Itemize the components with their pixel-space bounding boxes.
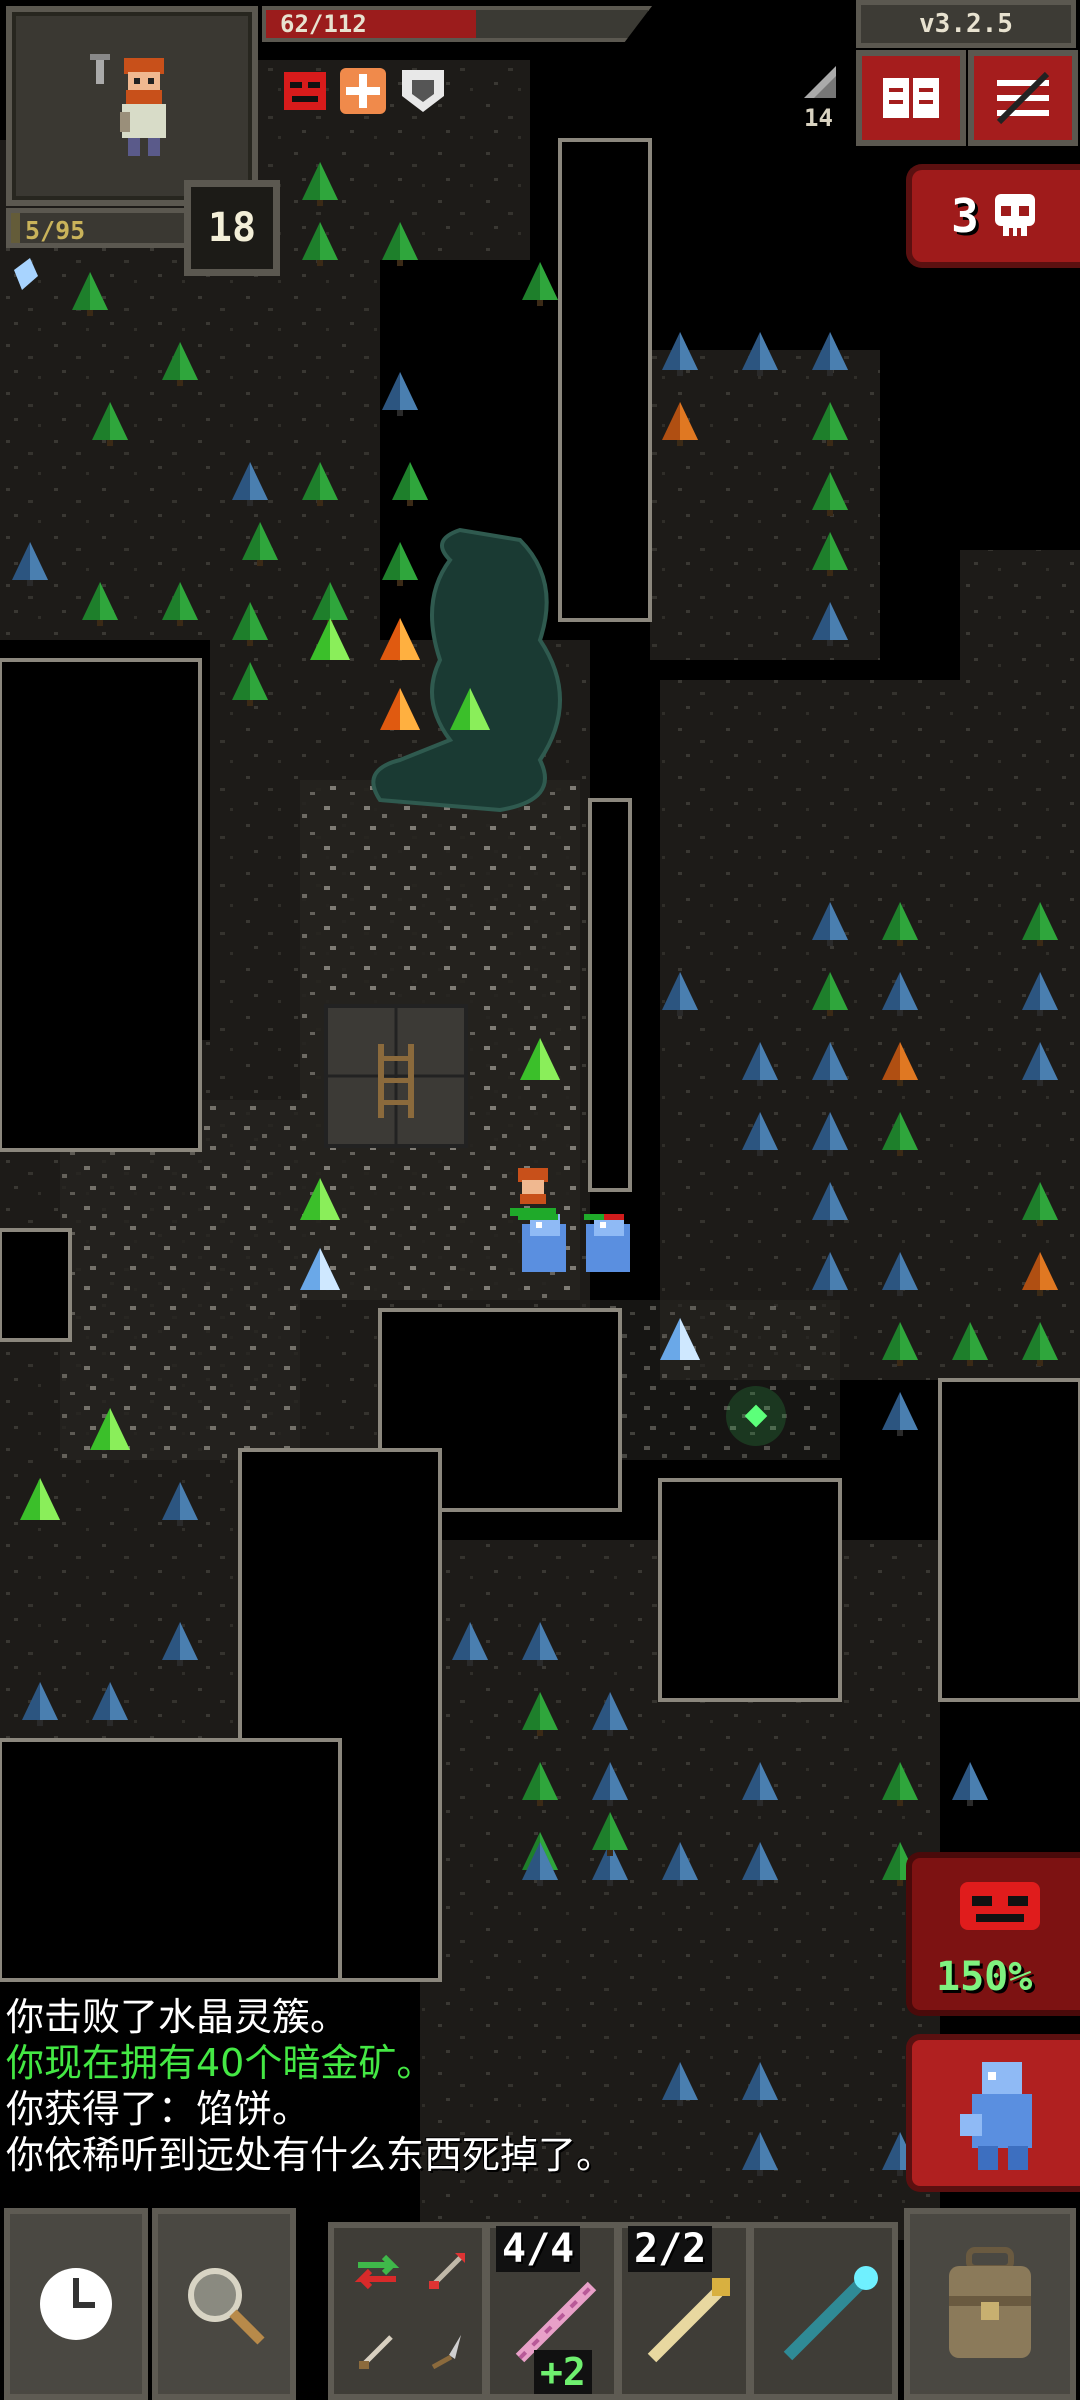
visible-enemies-count: 3 (951, 189, 979, 243)
bottom-toolbar: 4/4 +2 2/2 (0, 2200, 1080, 2400)
health-text: 62/112 (280, 10, 367, 38)
tree-tile (522, 262, 558, 306)
tree-tile (392, 462, 428, 506)
skull-icon (994, 194, 1035, 236)
quickslot-4[interactable] (414, 2318, 480, 2384)
attack-percent: 150% (936, 1954, 1033, 2000)
log-line: 你现在拥有40个暗金矿。 (6, 2041, 435, 2085)
quickslot-3[interactable] (344, 2318, 410, 2384)
hero-level: 18 (207, 205, 257, 251)
gold-wand-icon (647, 2278, 730, 2363)
wand-2-charges: 2/2 (628, 2226, 713, 2272)
dart-icon (429, 2253, 465, 2289)
attack-button[interactable]: 150% (906, 1852, 1080, 2016)
throwing-knife-icon (359, 2335, 393, 2369)
crystal-spirit-icon (960, 2062, 1032, 2170)
cross-shield-icon[interactable] (338, 66, 388, 116)
clock-icon (40, 2268, 112, 2340)
backpack-button[interactable] (904, 2208, 1076, 2400)
swap-arrows-icon (354, 2254, 400, 2290)
hero-portrait[interactable] (6, 6, 258, 206)
quickslot-grid (328, 2222, 488, 2400)
search-button[interactable] (152, 2208, 296, 2400)
version-text: v3.2.5 (919, 9, 1013, 39)
target-enemy-button[interactable] (906, 2034, 1080, 2192)
hero-portrait-icon (90, 54, 166, 156)
quickslot-wand-3[interactable] (748, 2222, 898, 2400)
menu-icon (996, 71, 1050, 125)
glowing-item[interactable] (726, 1386, 786, 1446)
log-line: 你依稀听到远处有什么东西死掉了。 (6, 2133, 615, 2177)
menu-button[interactable] (968, 50, 1078, 146)
experience-bar-fill (11, 213, 20, 243)
backpack-icon (949, 2247, 1031, 2358)
crystal-spirit-enemy[interactable] (584, 1214, 630, 1272)
tree-tile (382, 372, 418, 416)
tree-tile (382, 542, 418, 586)
wand-1-bonus: +2 (534, 2350, 592, 2394)
tree-tile (882, 1392, 918, 1436)
armor-shield-icon[interactable] (398, 66, 448, 116)
log-line: 你击败了水晶灵簇。 (6, 1995, 349, 2039)
quickslot-wand-1[interactable]: 4/4 +2 (484, 2222, 620, 2400)
version-label: v3.2.5 (856, 0, 1076, 48)
wait-button[interactable] (4, 2208, 148, 2400)
wand-1-charges: 4/4 (496, 2226, 581, 2272)
danger-indicator[interactable]: 3 (906, 164, 1080, 268)
magnifier-icon (188, 2268, 265, 2345)
enemy-mask-icon (960, 1882, 1040, 1930)
quickslot-2[interactable] (414, 2238, 480, 2304)
cyan-wand-icon (783, 2266, 878, 2361)
log-line: 你获得了：馅饼。 (6, 2087, 311, 2131)
tree-tile (380, 618, 420, 660)
experience-bar: 5/95 (6, 208, 196, 248)
journal-icon (883, 78, 939, 118)
dungeon-depth: 14 (804, 104, 833, 132)
quickslot-wand-2[interactable]: 2/2 (616, 2222, 752, 2400)
ladder-hatch[interactable] (324, 1004, 468, 1148)
experience-text: 5/95 (25, 216, 86, 245)
rage-mask-icon[interactable] (280, 66, 330, 116)
game-log: 你击败了水晶灵簇。 你现在拥有40个暗金矿。 你获得了：馅饼。 你依稀听到远处有… (6, 1994, 886, 2178)
tree-tile (952, 1762, 988, 1806)
hero-level-badge: 18 (184, 180, 280, 276)
stairs-depth-icon (804, 66, 836, 98)
journal-button[interactable] (856, 50, 966, 146)
quickslot-1[interactable] (344, 2238, 410, 2304)
health-bar[interactable]: 62/112 (262, 6, 652, 42)
spear-tip-icon (431, 2335, 461, 2370)
